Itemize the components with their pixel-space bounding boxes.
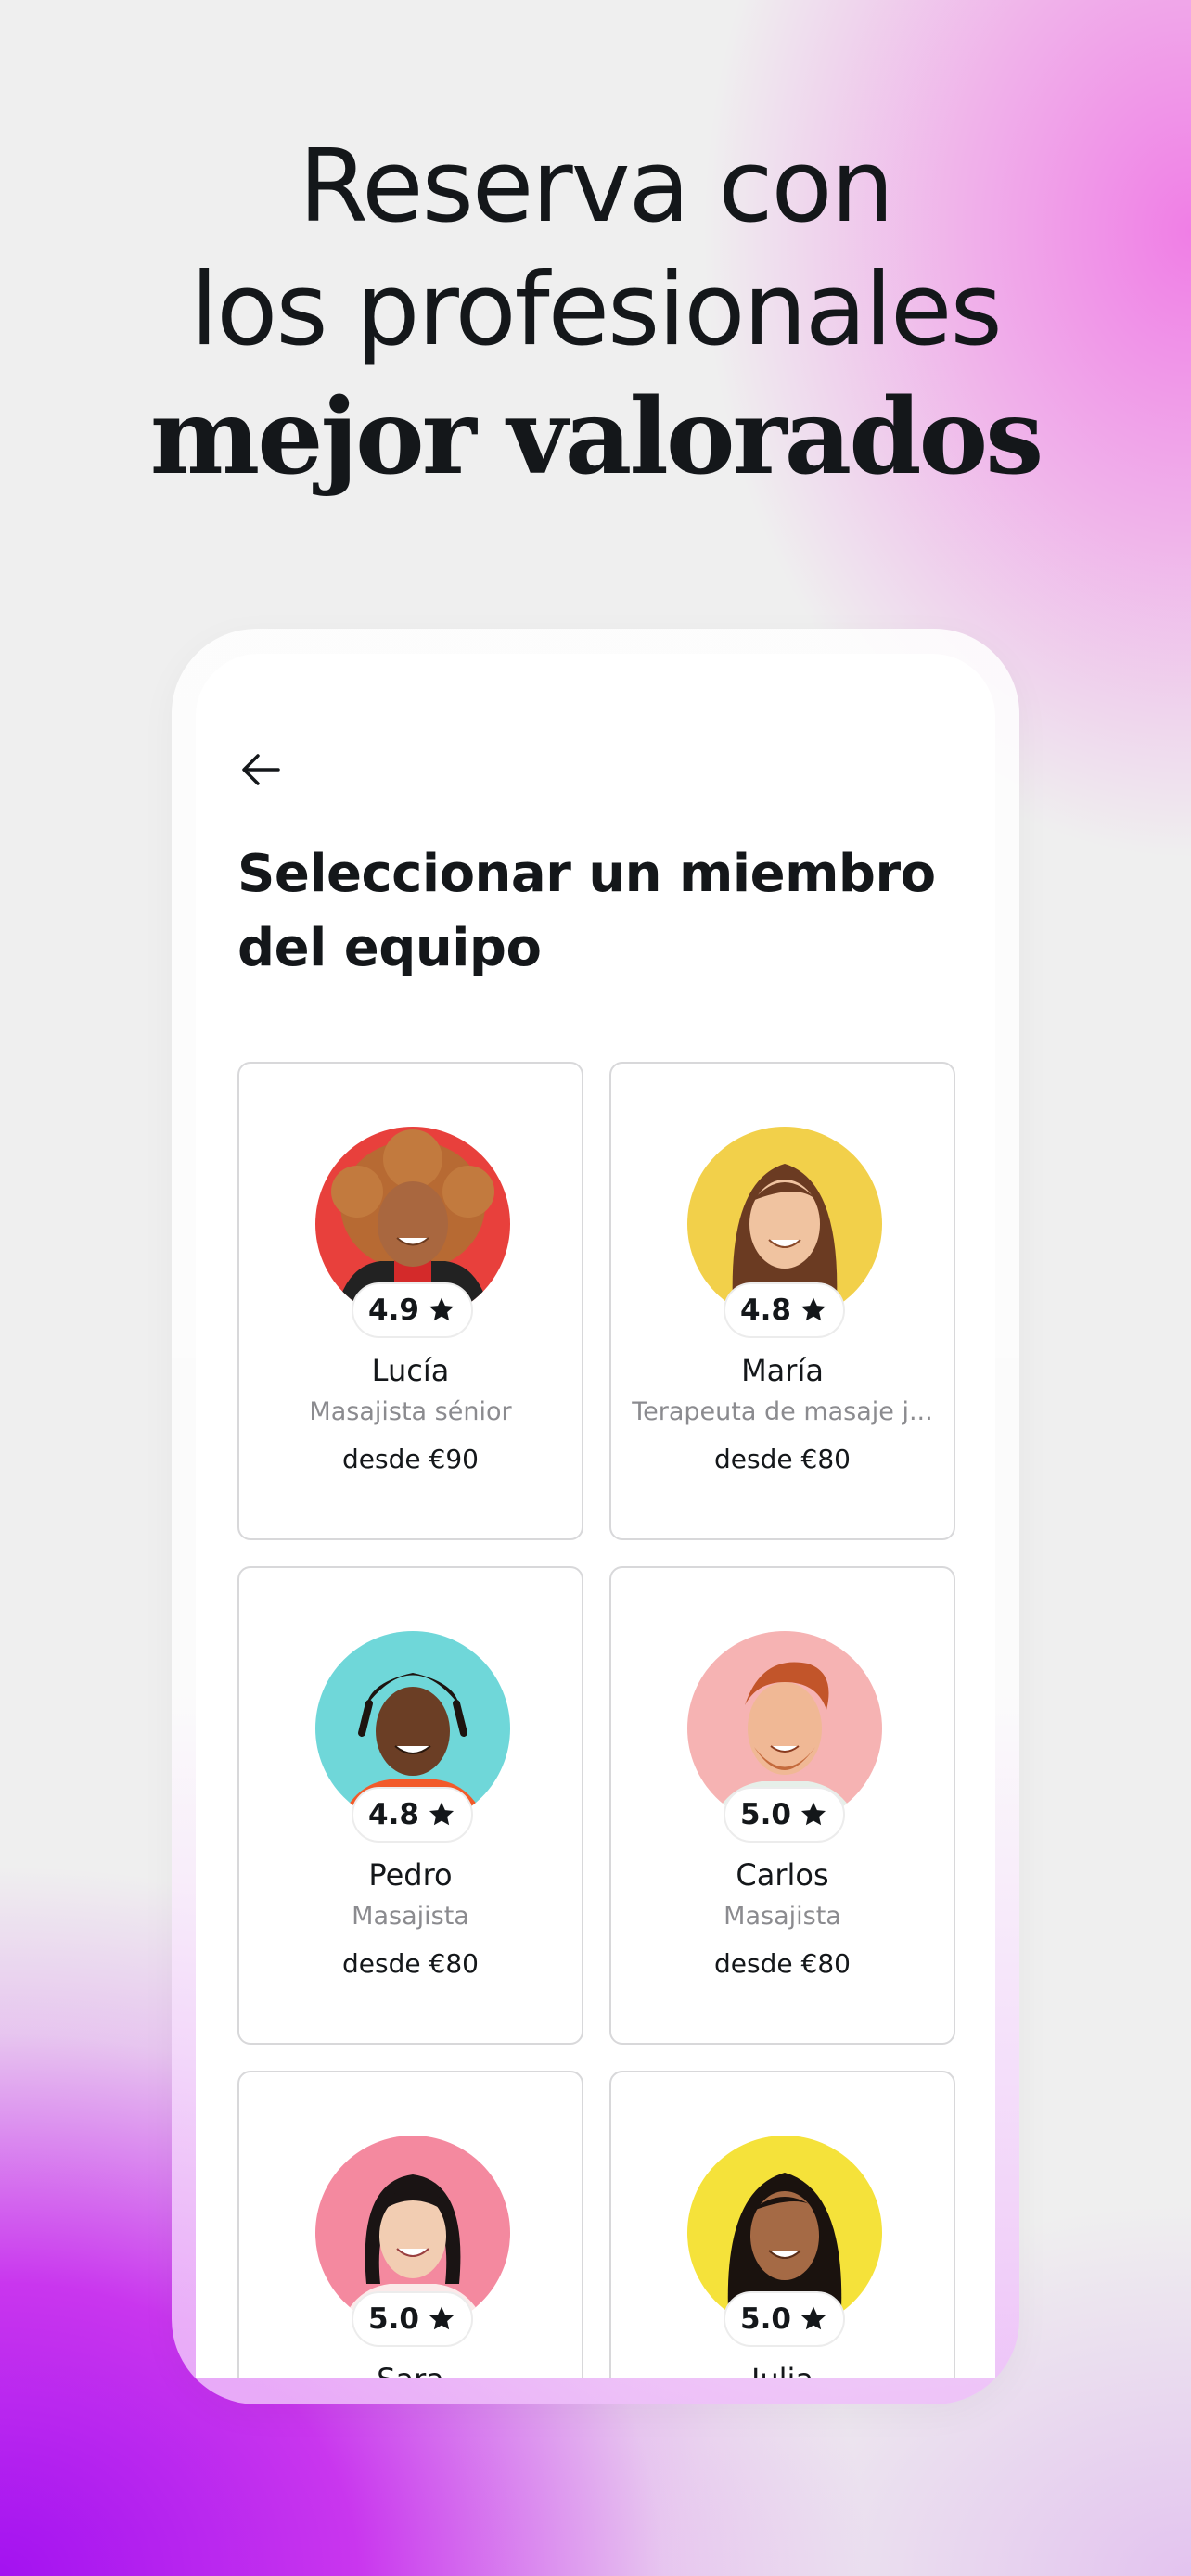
member-price: desde €80 [714,1948,851,1979]
team-member-card[interactable]: 4.9 Lucía Masajista sénior desde €90 [237,1062,583,1540]
star-icon [800,2306,826,2330]
member-name: Carlos [736,1857,829,1893]
rating-value: 5.0 [740,1798,791,1831]
star-icon [429,1297,455,1321]
member-role: Masajista [724,1902,841,1931]
member-price: desde €80 [342,1948,479,1979]
headline-line-2: los profesionales [190,252,1003,368]
rating-badge: 5.0 [724,2291,845,2347]
member-price: desde €90 [342,1444,479,1474]
team-member-card[interactable]: 5.0 Julia [609,2071,955,2378]
rating-badge: 5.0 [724,1787,845,1843]
team-member-card[interactable]: 4.8 María Terapeuta de masaje j... desde… [609,1062,955,1540]
team-member-card[interactable]: 5.0 Sara [237,2071,583,2378]
rating-badge: 4.9 [352,1282,473,1338]
headline-line-1: Reserva con [298,129,894,245]
rating-value: 4.8 [368,1798,419,1831]
star-icon [429,1802,455,1826]
rating-badge: 4.8 [724,1282,845,1338]
rating-value: 4.9 [368,1294,419,1327]
team-member-card[interactable]: 5.0 Carlos Masajista desde €80 [609,1566,955,2045]
team-member-card[interactable]: 4.8 Pedro Masajista desde €80 [237,1566,583,2045]
rating-value: 5.0 [368,2302,419,2336]
headline-line-3: mejor valorados [149,376,1044,498]
hero-headline: Reserva con los profesionales mejor valo… [0,125,1191,504]
rating-badge: 4.8 [352,1787,473,1843]
member-name: María [741,1353,824,1388]
star-icon [800,1802,826,1826]
star-icon [800,1297,826,1321]
rating-badge: 5.0 [352,2291,473,2347]
rating-value: 4.8 [740,1294,791,1327]
member-name: Pedro [368,1857,453,1893]
phone-frame: Seleccionar un miembro del equipo 4.9 Lu… [172,629,1019,2404]
member-price: desde €80 [714,1444,851,1474]
team-member-grid: 4.9 Lucía Masajista sénior desde €90 4.8… [237,1062,955,2378]
member-name: Lucía [371,1353,450,1388]
member-name: Sara [239,2362,582,2378]
phone-screen: Seleccionar un miembro del equipo 4.9 Lu… [196,654,995,2378]
member-role: Masajista [352,1902,469,1931]
star-icon [429,2306,455,2330]
member-role: Terapeuta de masaje j... [632,1397,933,1426]
member-name: Julia [611,2362,954,2378]
rating-value: 5.0 [740,2302,791,2336]
page-title: Seleccionar un miembro del equipo [237,844,936,978]
back-arrow-icon[interactable] [237,746,284,793]
member-role: Masajista sénior [309,1397,512,1426]
